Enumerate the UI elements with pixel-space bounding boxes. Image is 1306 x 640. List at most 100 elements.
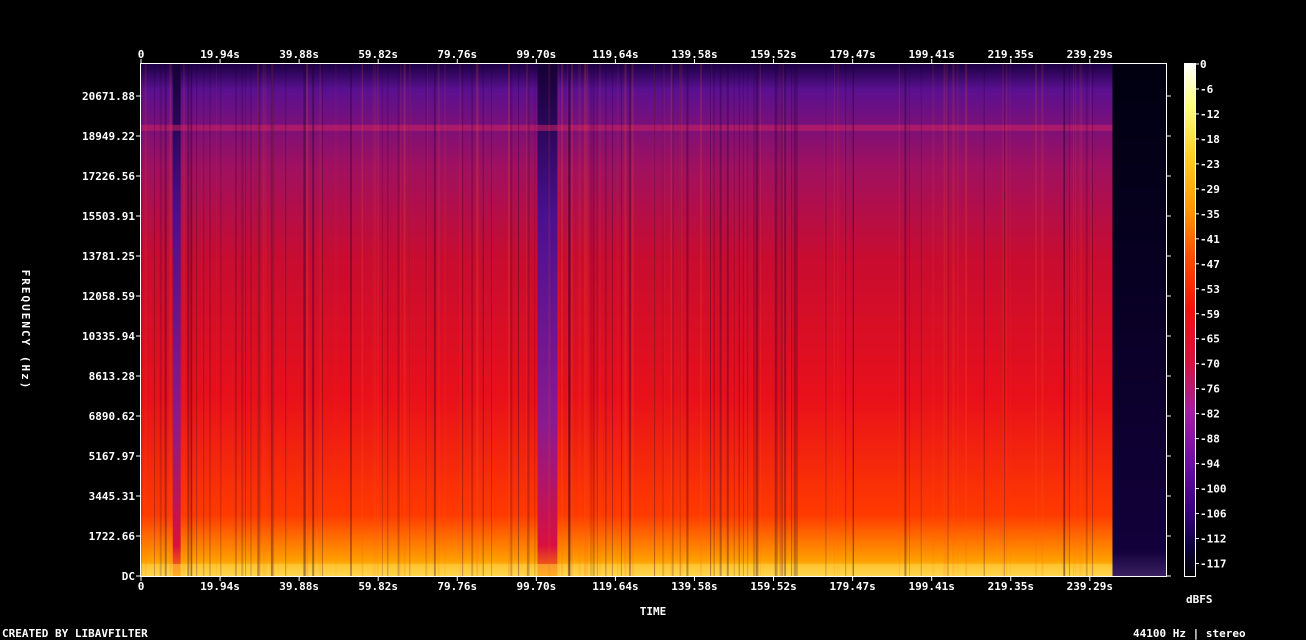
spectral-streak (462, 64, 464, 576)
spectral-streak (833, 64, 835, 576)
spectrogram-base (141, 64, 1166, 576)
x-tick-label: 219.35s (988, 48, 1034, 61)
spectral-streak (596, 64, 598, 576)
spectral-streak (957, 64, 959, 576)
y-axis-left: DC 1722.66 3445.31 5167.97 6890.62 8613.28 103… (82, 90, 140, 583)
colorbar-tick-label: -29 (1200, 183, 1220, 196)
spectral-streak (779, 64, 781, 576)
spectral-streak (965, 64, 968, 576)
y-axis-right-ticks (1167, 95, 1171, 577)
x-tick-label: 59.82s (358, 580, 398, 593)
x-tick-label: 99.70s (516, 580, 556, 593)
spectral-streak (1090, 64, 1092, 576)
spectral-streak (491, 64, 493, 576)
spectral-streak (387, 64, 389, 576)
spectral-streak (209, 64, 211, 576)
colorbar-tick-label: -76 (1200, 383, 1220, 396)
spectral-streak (196, 64, 198, 576)
spectral-streak (952, 64, 955, 576)
spectral-streak (1075, 64, 1077, 576)
spectral-streak (397, 64, 400, 576)
spectral-streak (312, 64, 315, 576)
spectral-streak (273, 64, 275, 576)
colorbar-tick-label: -23 (1200, 158, 1220, 171)
spectral-streak (190, 64, 192, 576)
spectral-streak (1002, 64, 1004, 576)
spectral-streak (590, 64, 592, 576)
spectral-streak (774, 64, 777, 576)
spectral-streak (1085, 64, 1088, 576)
spectral-streak (584, 64, 587, 576)
y-tick-label: 10335.94 (82, 330, 135, 343)
spectral-streak (264, 64, 267, 576)
x-tick-label: 19.94s (200, 580, 240, 593)
spectral-streak (670, 64, 673, 576)
colorbar-tick-label: -100 (1200, 483, 1227, 496)
spectral-streak (1003, 64, 1005, 576)
spectral-streak (662, 64, 664, 576)
x-tick-label: 159.52s (750, 48, 796, 61)
spectral-streak (141, 64, 143, 576)
spectral-streak (1035, 64, 1038, 576)
colorbar-tick-label: -53 (1200, 283, 1220, 296)
spectral-streak (433, 64, 436, 576)
spectral-streak (747, 64, 749, 576)
spectral-streak (270, 64, 273, 576)
y-tick-label: 13781.25 (82, 250, 135, 263)
colorbar-tick-label: -106 (1200, 508, 1227, 521)
x-tick-label: 239.29s (1067, 580, 1113, 593)
quiet-segment (537, 64, 558, 576)
y-tick-label: 17226.56 (82, 170, 135, 183)
spectral-streak (476, 64, 479, 576)
spectral-streak (1092, 64, 1094, 576)
y-tick-label: 5167.97 (89, 450, 135, 463)
colorbar-tick-label: -59 (1200, 308, 1220, 321)
y-tick-label: 15503.91 (82, 210, 135, 223)
spectral-streak (686, 64, 689, 576)
y-tick-label: DC (122, 570, 135, 583)
spectral-streak (700, 64, 703, 576)
spectral-streak (742, 64, 744, 576)
spectral-streak (241, 64, 244, 576)
spectral-streak (898, 64, 900, 576)
x-tick-label: 199.41s (909, 580, 955, 593)
spectral-streak (605, 64, 607, 576)
spectral-streak (437, 64, 440, 576)
spectral-streak (482, 64, 484, 576)
x-tick-label: 79.76s (437, 580, 477, 593)
spectral-streak (784, 64, 787, 576)
spectral-streak (557, 64, 560, 576)
spectral-streak (285, 64, 287, 576)
spectral-streak (571, 64, 573, 576)
x-tick-label: 139.58s (671, 48, 717, 61)
spectral-streak (1081, 64, 1083, 576)
spectral-streak (164, 64, 167, 576)
spectral-streak (527, 64, 530, 576)
colorbar-tick-label: -70 (1200, 358, 1220, 371)
spectral-streak (154, 64, 156, 576)
spectral-streak (159, 64, 162, 576)
spectral-streak (795, 64, 798, 576)
spectral-streak (726, 64, 729, 576)
spectral-streak (1068, 64, 1070, 576)
spectral-streak (578, 64, 580, 576)
colorbar-tick-label: -94 (1200, 458, 1220, 471)
spectral-streak (932, 64, 935, 576)
x-tick-label: 179.47s (829, 48, 875, 61)
spectral-streak (319, 64, 321, 576)
spectral-streak (631, 64, 634, 576)
spectral-streak (620, 64, 622, 576)
colorbar-ticks: 0 -6 -12 -18 -23 -29 -35 -41 -47 -53 -59 -65 -70 -76 -… (1196, 58, 1227, 571)
x-tick-label: 0 (138, 580, 145, 593)
spectral-streak (169, 64, 172, 576)
spectral-streak (257, 64, 259, 576)
spectral-streak (598, 64, 601, 576)
spectral-streak (376, 64, 379, 576)
spectral-streak (904, 64, 907, 576)
spectral-streak (322, 64, 324, 576)
spectral-streak (719, 64, 722, 576)
spectral-streak (679, 64, 682, 576)
spectral-streak (611, 64, 613, 576)
spectral-streak (943, 64, 946, 576)
spectrogram-plot (141, 64, 1166, 576)
